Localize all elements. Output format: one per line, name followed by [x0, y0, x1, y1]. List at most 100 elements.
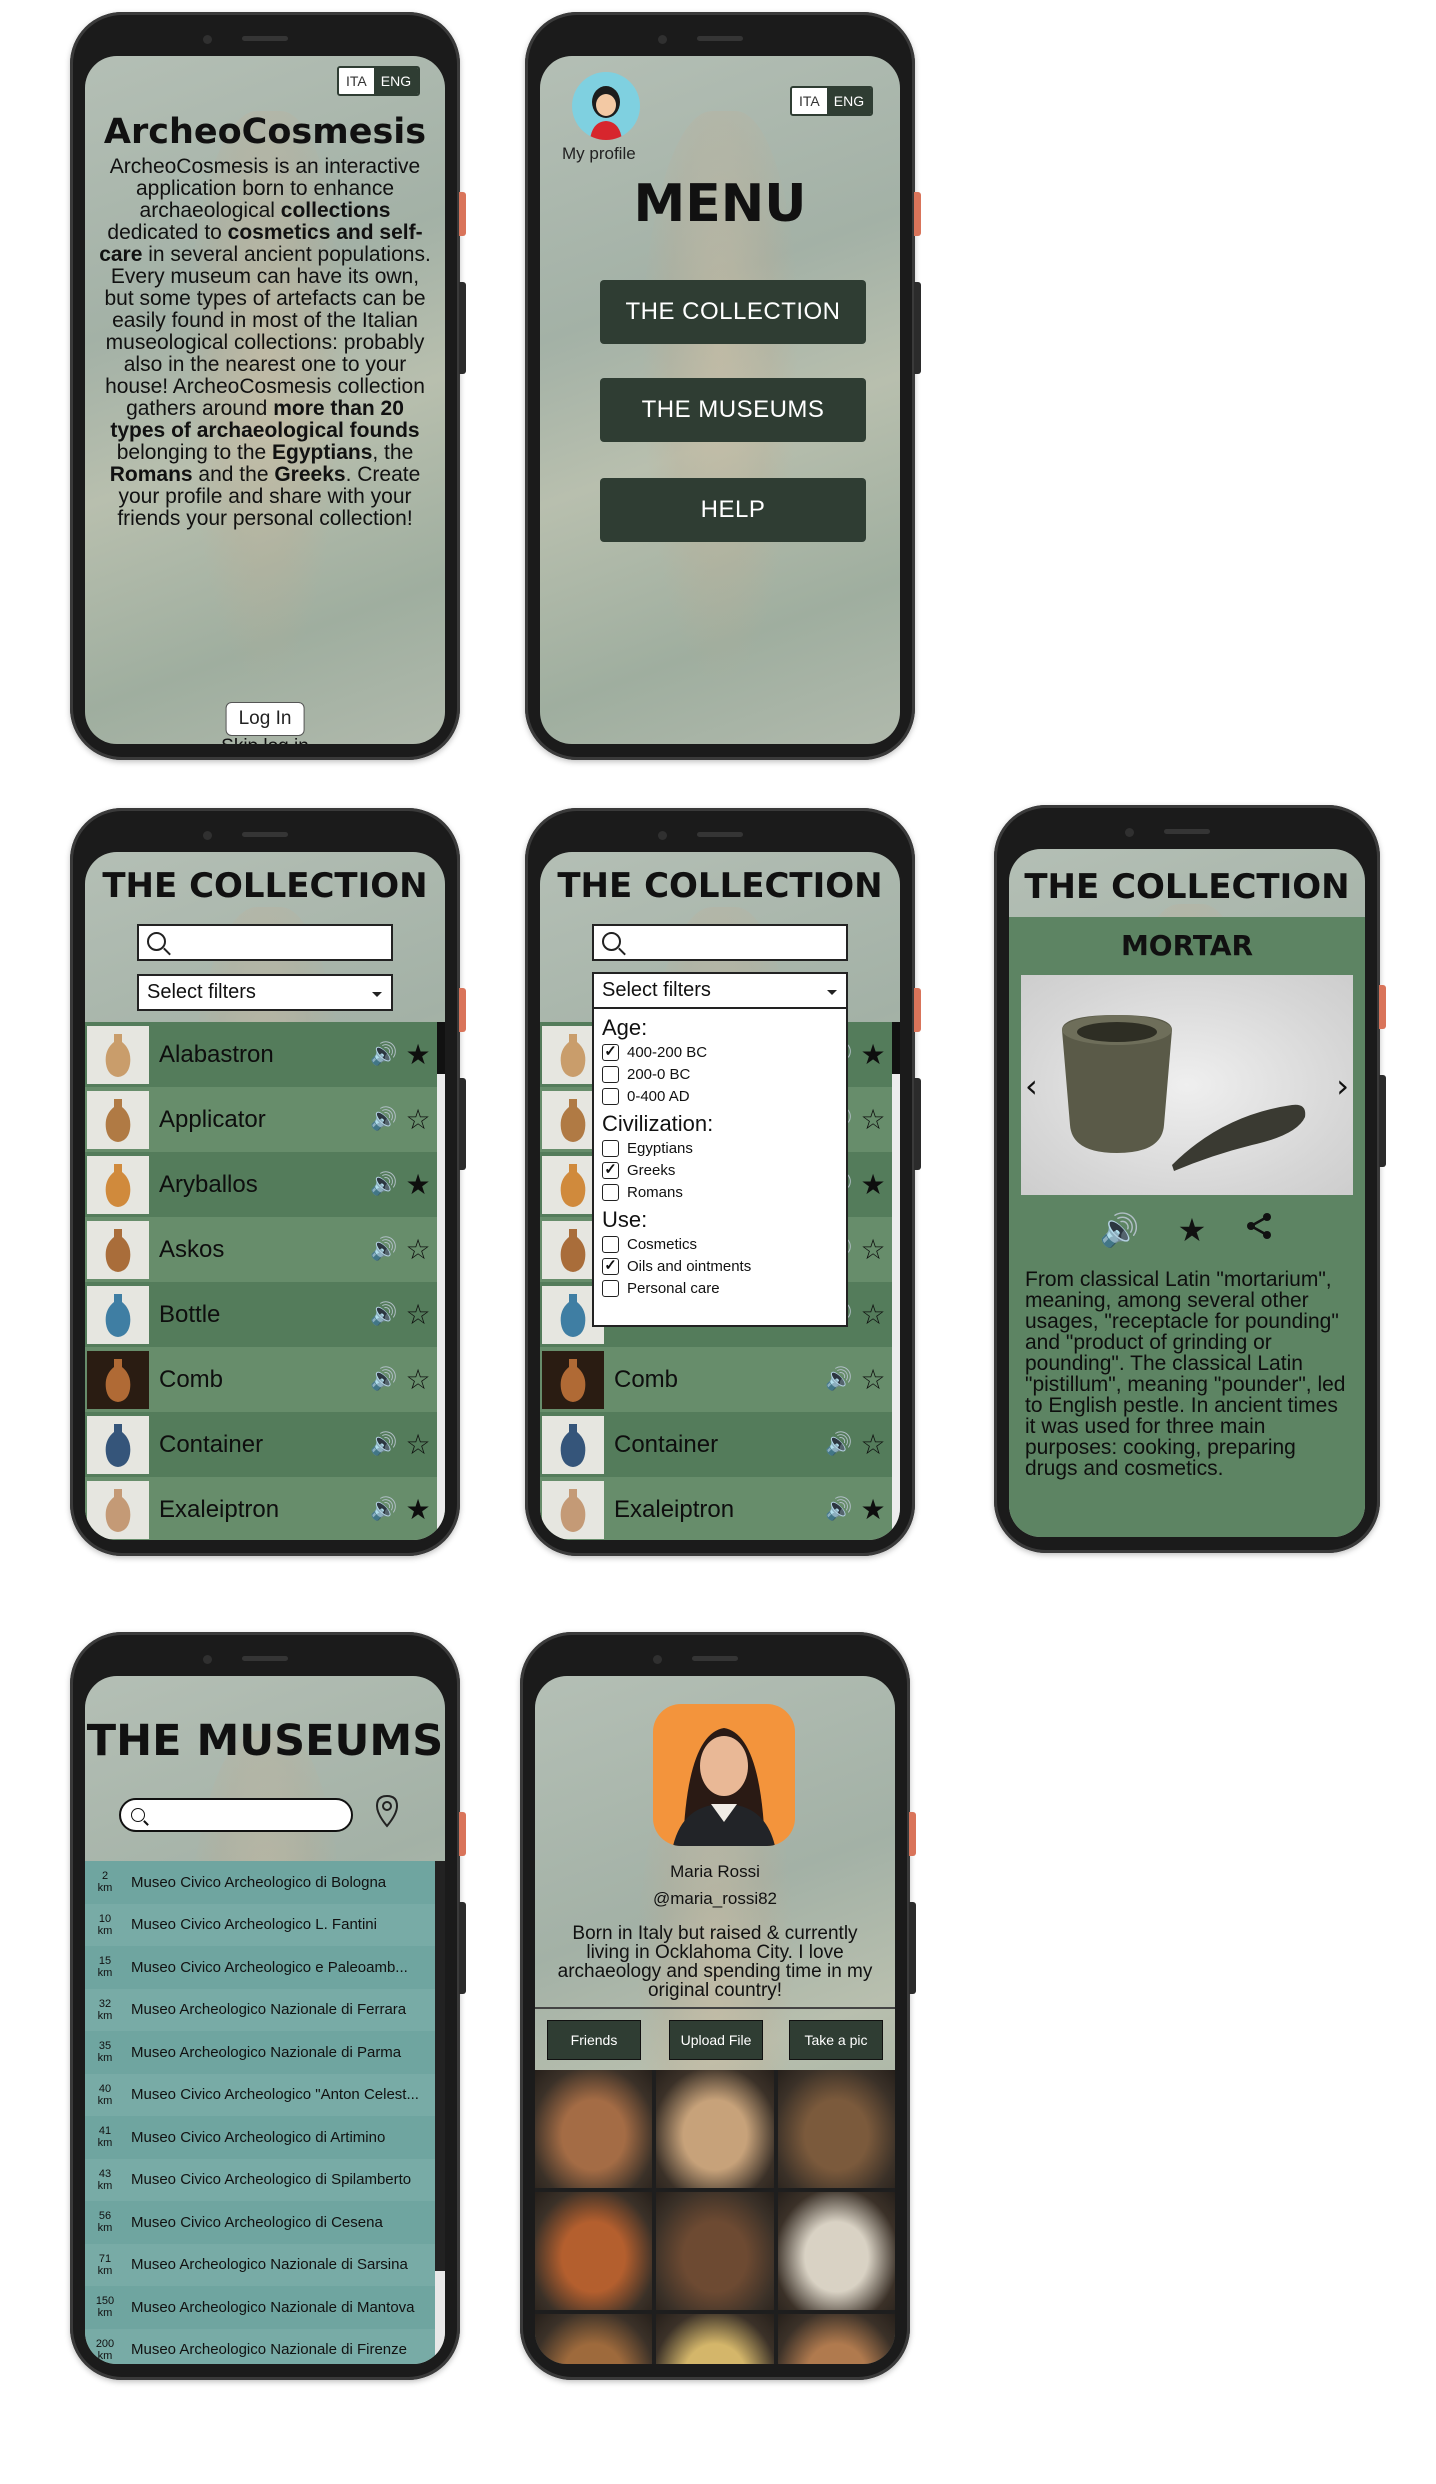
collection-item-row[interactable]: Askos 🔊☆: [85, 1217, 445, 1282]
filter-option[interactable]: 200-0 BC: [602, 1066, 846, 1083]
my-profile-label[interactable]: My profile: [562, 144, 636, 164]
museums-button[interactable]: THE MUSEUMS: [600, 378, 866, 442]
friends-button[interactable]: Friends: [547, 2020, 641, 2060]
profile-avatar[interactable]: [572, 72, 640, 140]
checkbox[interactable]: ✓: [602, 1044, 619, 1061]
share-icon[interactable]: [1244, 1211, 1274, 1249]
lang-ita-option[interactable]: ITA: [792, 88, 827, 114]
speaker-icon[interactable]: 🔊: [367, 1298, 401, 1332]
login-button[interactable]: Log In: [225, 702, 305, 736]
favorite-star-icon[interactable]: ☆: [856, 1363, 890, 1397]
museum-row[interactable]: 2 km Museo Civico Archeologico di Bologna: [85, 1861, 435, 1904]
speaker-icon[interactable]: 🔊: [822, 1363, 856, 1397]
museum-row[interactable]: 40 km Museo Civico Archeologico "Anton Cel…: [85, 2073, 435, 2116]
collection-item-row[interactable]: Alabastron 🔊★: [85, 1022, 445, 1087]
next-image-arrow[interactable]: ›: [1336, 1067, 1349, 1105]
collection-search-input[interactable]: [137, 924, 393, 961]
gallery-photo[interactable]: [656, 2192, 774, 2310]
help-button[interactable]: HELP: [600, 478, 866, 542]
museum-row[interactable]: 41 km Museo Civico Archeologico di Artimin…: [85, 2116, 435, 2159]
collection-item-row[interactable]: Comb 🔊 ☆: [85, 1347, 445, 1412]
favorite-star-icon[interactable]: ☆: [401, 1363, 435, 1397]
favorite-star-icon[interactable]: ★: [401, 1168, 435, 1202]
speaker-icon[interactable]: 🔊: [367, 1038, 401, 1072]
museum-search-input[interactable]: [119, 1798, 353, 1832]
filter-option[interactable]: ✓ Greeks: [602, 1162, 846, 1179]
collection-item-row[interactable]: Container 🔊 ☆: [85, 1412, 445, 1477]
filter-option[interactable]: Egyptians: [602, 1140, 846, 1157]
filter-option[interactable]: Romans: [602, 1184, 846, 1201]
favorite-star-icon[interactable]: ☆: [856, 1233, 890, 1267]
collection-button[interactable]: THE COLLECTION: [600, 280, 866, 344]
favorite-star-icon[interactable]: ★: [401, 1493, 435, 1527]
filter-select[interactable]: Select filters: [137, 974, 393, 1011]
filter-option[interactable]: ✓ 400-200 BC: [602, 1044, 846, 1061]
take-pic-button[interactable]: Take a pic: [789, 2020, 883, 2060]
museum-row[interactable]: 150 km Museo Archeologico Nazionale di Man…: [85, 2286, 435, 2329]
museum-row[interactable]: 32 km Museo Archeologico Nazionale di Ferr…: [85, 1988, 435, 2031]
lang-ita-option[interactable]: ITA: [339, 68, 374, 94]
favorite-star-icon[interactable]: ★: [856, 1038, 890, 1072]
language-toggle[interactable]: ITA ENG: [337, 66, 421, 96]
gallery-photo[interactable]: [535, 2192, 653, 2310]
favorite-star-icon[interactable]: ☆: [856, 1428, 890, 1462]
collection-item-row[interactable]: Exaleiptron 🔊 ★: [85, 1477, 445, 1540]
museum-row[interactable]: 15 km Museo Civico Archeologico e Paleoamb…: [85, 1946, 435, 1989]
gallery-photo[interactable]: [777, 2070, 895, 2188]
museum-row[interactable]: 43 km Museo Civico Archeologico di Spilamb…: [85, 2158, 435, 2201]
collection-scrollbar[interactable]: [892, 1022, 900, 1540]
speaker-icon[interactable]: 🔊: [822, 1428, 856, 1462]
speaker-icon[interactable]: 🔊: [367, 1493, 401, 1527]
star-icon[interactable]: ★: [1178, 1211, 1207, 1249]
checkbox[interactable]: [602, 1140, 619, 1157]
filter-option[interactable]: Personal care: [602, 1280, 846, 1297]
collection-item-row[interactable]: Container 🔊 ☆: [540, 1412, 900, 1477]
filter-select[interactable]: Select filters: [592, 972, 848, 1009]
collection-item-row[interactable]: Aryballos 🔊★: [85, 1152, 445, 1217]
speaker-icon[interactable]: 🔊: [1100, 1211, 1140, 1249]
gallery-photo[interactable]: [656, 2314, 774, 2364]
collection-item-row[interactable]: Exaleiptron 🔊 ★: [540, 1477, 900, 1540]
location-pin-icon[interactable]: [375, 1794, 399, 1835]
checkbox[interactable]: [602, 1184, 619, 1201]
speaker-icon[interactable]: 🔊: [822, 1493, 856, 1527]
checkbox[interactable]: [602, 1088, 619, 1105]
gallery-photo[interactable]: [656, 2070, 774, 2188]
lang-eng-option[interactable]: ENG: [373, 68, 419, 94]
scrollbar-thumb[interactable]: [892, 1022, 900, 1074]
skip-login-link[interactable]: Skip log in: [85, 736, 445, 744]
collection-scrollbar[interactable]: [437, 1022, 445, 1540]
collection-item-row[interactable]: Comb 🔊 ☆: [540, 1347, 900, 1412]
checkbox[interactable]: [602, 1280, 619, 1297]
favorite-star-icon[interactable]: ☆: [856, 1298, 890, 1332]
language-toggle[interactable]: ITA ENG: [790, 86, 874, 116]
museum-row[interactable]: 200 km Museo Archeologico Nazionale di Fir…: [85, 2328, 435, 2364]
museum-row[interactable]: 56 km Museo Civico Archeologico di Cesena: [85, 2201, 435, 2244]
museum-row[interactable]: 71 km Museo Archeologico Nazionale di Sars…: [85, 2243, 435, 2286]
gallery-photo[interactable]: [777, 2192, 895, 2310]
filter-option[interactable]: 0-400 AD: [602, 1088, 846, 1105]
speaker-icon[interactable]: 🔊: [367, 1103, 401, 1137]
checkbox[interactable]: ✓: [602, 1258, 619, 1275]
upload-file-button[interactable]: Upload File: [669, 2020, 763, 2060]
filter-option[interactable]: ✓ Oils and ointments: [602, 1258, 846, 1275]
museum-row[interactable]: 10 km Museo Civico Archeologico L. Fantini: [85, 1903, 435, 1946]
checkbox[interactable]: ✓: [602, 1162, 619, 1179]
favorite-star-icon[interactable]: ☆: [401, 1103, 435, 1137]
gallery-photo[interactable]: [535, 2070, 653, 2188]
speaker-icon[interactable]: 🔊: [367, 1168, 401, 1202]
favorite-star-icon[interactable]: ★: [856, 1493, 890, 1527]
favorite-star-icon[interactable]: ★: [856, 1168, 890, 1202]
gallery-photo[interactable]: [535, 2314, 653, 2364]
profile-photo[interactable]: [653, 1704, 795, 1846]
speaker-icon[interactable]: 🔊: [367, 1428, 401, 1462]
favorite-star-icon[interactable]: ★: [401, 1038, 435, 1072]
museum-scrollbar[interactable]: [435, 1861, 445, 2364]
checkbox[interactable]: [602, 1236, 619, 1253]
checkbox[interactable]: [602, 1066, 619, 1083]
scrollbar-thumb[interactable]: [437, 1022, 445, 1074]
filter-option[interactable]: Cosmetics: [602, 1236, 846, 1253]
favorite-star-icon[interactable]: ☆: [856, 1103, 890, 1137]
gallery-photo[interactable]: [777, 2314, 895, 2364]
favorite-star-icon[interactable]: ☆: [401, 1233, 435, 1267]
